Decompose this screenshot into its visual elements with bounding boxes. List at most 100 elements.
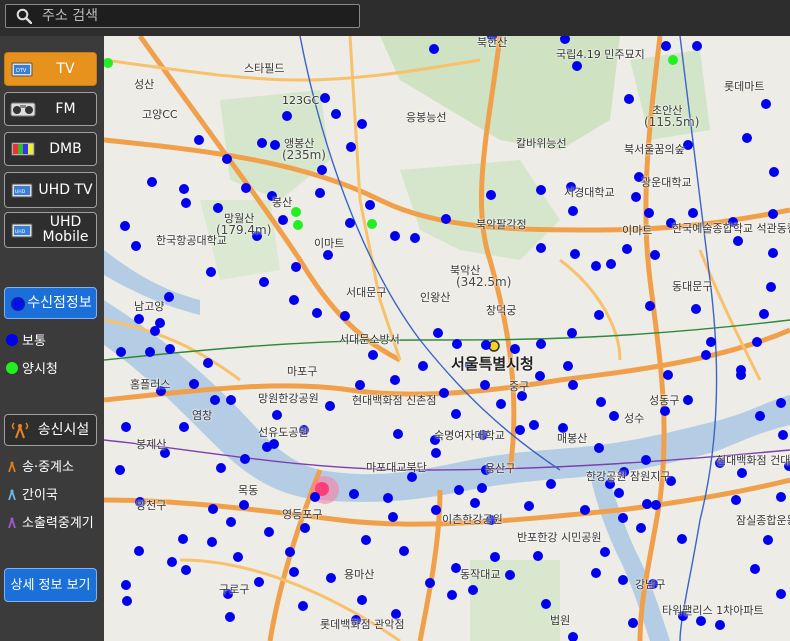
reception-point-normal[interactable] — [145, 347, 155, 357]
reception-point-normal[interactable] — [536, 339, 546, 349]
detail-info-button[interactable]: 상세 정보 보기 — [4, 568, 97, 602]
reception-point-normal[interactable] — [388, 512, 398, 522]
reception-point-normal[interactable] — [618, 575, 628, 585]
tv-button[interactable]: DTV TV — [4, 52, 97, 86]
reception-point-normal[interactable] — [368, 350, 378, 360]
reception-point-normal[interactable] — [116, 347, 126, 357]
reception-point-normal[interactable] — [768, 209, 778, 219]
reception-point-normal[interactable] — [164, 292, 174, 302]
reception-point-normal[interactable] — [567, 328, 577, 338]
reception-point-normal[interactable] — [181, 565, 191, 575]
reception-point-normal[interactable] — [115, 465, 125, 475]
reception-point-normal[interactable] — [560, 36, 570, 44]
reception-point-normal[interactable] — [383, 493, 393, 503]
reception-point-normal[interactable] — [285, 547, 295, 557]
reception-point-normal[interactable] — [189, 379, 199, 389]
reception-point-normal[interactable] — [759, 309, 769, 319]
reception-point-normal[interactable] — [496, 399, 506, 409]
reception-point-normal[interactable] — [147, 177, 157, 187]
reception-point-normal[interactable] — [776, 398, 786, 408]
reception-point-normal[interactable] — [165, 344, 175, 354]
reception-point-normal[interactable] — [477, 483, 487, 493]
reception-point-normal[interactable] — [606, 259, 616, 269]
reception-point-normal[interactable] — [206, 267, 216, 277]
reception-point-normal[interactable] — [614, 488, 624, 498]
reception-point-normal[interactable] — [480, 380, 490, 390]
uhd-mobile-button[interactable]: UHD UHD Mobile — [4, 212, 97, 248]
reception-point-normal[interactable] — [468, 585, 478, 595]
reception-point-normal[interactable] — [315, 188, 325, 198]
reception-point-normal[interactable] — [429, 44, 439, 54]
reception-point-normal[interactable] — [776, 492, 786, 502]
reception-point-normal[interactable] — [515, 425, 525, 435]
reception-point-good[interactable] — [291, 207, 301, 217]
reception-point-normal[interactable] — [240, 454, 250, 464]
reception-point-normal[interactable] — [282, 111, 292, 121]
transmit-facility-button[interactable]: 송신시설 — [4, 414, 97, 446]
reception-point-normal[interactable] — [683, 395, 693, 405]
reception-point-normal[interactable] — [349, 489, 359, 499]
reception-point-normal[interactable] — [688, 208, 698, 218]
reception-point-normal[interactable] — [239, 500, 249, 510]
reception-point-normal[interactable] — [481, 340, 491, 350]
reception-point-normal[interactable] — [486, 190, 496, 200]
reception-point-normal[interactable] — [203, 358, 213, 368]
reception-point-normal[interactable] — [331, 109, 341, 119]
reception-point-normal[interactable] — [529, 420, 539, 430]
reception-point-normal[interactable] — [289, 295, 299, 305]
reception-point-normal[interactable] — [628, 618, 638, 628]
reception-point-good[interactable] — [367, 219, 377, 229]
reception-point-good[interactable] — [668, 55, 678, 65]
reception-point-normal[interactable] — [298, 601, 308, 611]
reception-point-normal[interactable] — [570, 249, 580, 259]
reception-point-normal[interactable] — [505, 570, 515, 580]
reception-point-normal[interactable] — [591, 261, 601, 271]
reception-point-normal[interactable] — [533, 551, 543, 561]
reception-point-normal[interactable] — [131, 241, 141, 251]
reception-point-normal[interactable] — [731, 495, 741, 505]
fm-button[interactable]: FM — [4, 92, 97, 126]
reception-point-normal[interactable] — [568, 632, 578, 641]
reception-point-normal[interactable] — [451, 409, 461, 419]
map-area[interactable]: 서울특별시청 마포구 서대문구 중구 용산구 영등포구 성동구 동대문구 강남구… — [104, 36, 790, 641]
reception-point-normal[interactable] — [642, 499, 652, 509]
reception-point-normal[interactable] — [134, 314, 144, 324]
reception-point-normal[interactable] — [692, 41, 702, 51]
reception-point-normal[interactable] — [433, 328, 443, 338]
reception-point-normal[interactable] — [736, 365, 746, 375]
reception-point-normal[interactable] — [181, 198, 191, 208]
reception-point-normal[interactable] — [320, 93, 330, 103]
reception-point-normal[interactable] — [715, 620, 725, 630]
uhd-tv-button[interactable]: UHD UHD TV — [4, 172, 97, 208]
reception-point-normal[interactable] — [594, 443, 604, 453]
reception-point-normal[interactable] — [580, 505, 590, 515]
reception-point-normal[interactable] — [390, 375, 400, 385]
reception-point-normal[interactable] — [272, 410, 282, 420]
reception-point-normal[interactable] — [524, 501, 534, 511]
reception-point-normal[interactable] — [155, 318, 165, 328]
reception-point-normal[interactable] — [594, 310, 604, 320]
reception-point-normal[interactable] — [609, 411, 619, 421]
reception-point-normal[interactable] — [262, 442, 272, 452]
reception-point-normal[interactable] — [233, 552, 243, 562]
reception-point-normal[interactable] — [644, 208, 654, 218]
reception-point-normal[interactable] — [618, 513, 628, 523]
reception-point-normal[interactable] — [766, 282, 776, 292]
reception-point-normal[interactable] — [241, 183, 251, 193]
reception-point-normal[interactable] — [410, 233, 420, 243]
reception-point-normal[interactable] — [257, 138, 267, 148]
reception-point-normal[interactable] — [624, 94, 634, 104]
reception-point-normal[interactable] — [393, 429, 403, 439]
reception-point-normal[interactable] — [120, 221, 130, 231]
reception-point-normal[interactable] — [596, 397, 606, 407]
reception-point-normal[interactable] — [317, 165, 327, 175]
reception-point-normal[interactable] — [357, 119, 367, 129]
reception-point-normal[interactable] — [776, 589, 786, 599]
reception-info-button[interactable]: 수신점정보 — [4, 287, 97, 319]
reception-point-normal[interactable] — [431, 448, 441, 458]
reception-point-normal[interactable] — [357, 595, 367, 605]
reception-point-normal[interactable] — [194, 135, 204, 145]
reception-point-normal[interactable] — [312, 308, 322, 318]
reception-point-normal[interactable] — [641, 455, 651, 465]
reception-point-normal[interactable] — [399, 546, 409, 556]
